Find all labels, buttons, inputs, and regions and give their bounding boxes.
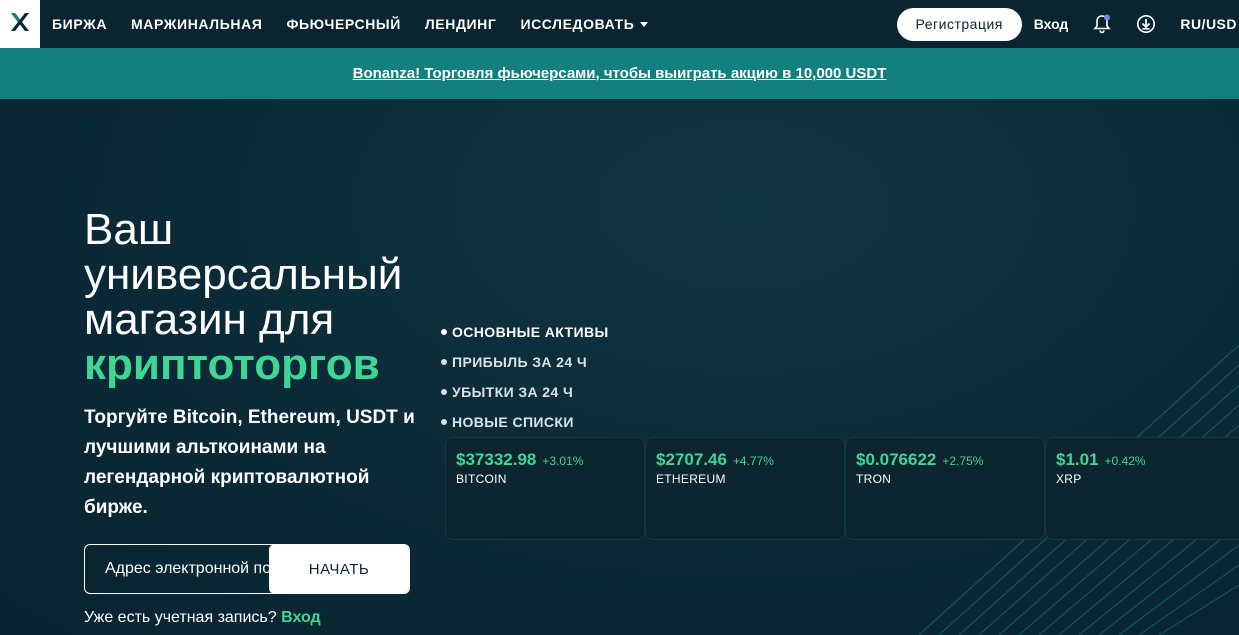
card-change: +3.01% [542,454,584,468]
tab-label: ОСНОВНЫЕ АКТИВЫ [452,324,609,340]
bullet-icon [441,329,447,335]
tab-new-listings[interactable]: НОВЫЕ СПИСКИ [441,407,609,437]
market-tabs: ОСНОВНЫЕ АКТИВЫ ПРИБЫЛЬ ЗА 24 Ч УБЫТКИ З… [441,317,609,437]
top-navbar: БИРЖА МАРЖИНАЛЬНАЯ ФЬЮЧЕРСНЫЙ ЛЕНДИНГ ИС… [0,0,1239,48]
login-link[interactable]: Вход [1034,16,1069,32]
signup-form: НАЧАТЬ [84,544,410,594]
card-name: BITCOIN [456,472,507,486]
bullet-icon [441,389,447,395]
market-card-bitcoin[interactable]: $37332.98 +3.01% BITCOIN [445,437,645,540]
register-button[interactable]: Регистрация [896,7,1022,41]
hero-headline: Ваш универсальный магазин для криптоторг… [84,207,424,387]
headline-accent: криптоторгов [84,340,380,389]
email-input[interactable] [85,545,271,593]
currency-selector[interactable]: RU/USD [1180,16,1237,32]
card-price-row: $2707.46 +4.77% [656,450,834,470]
card-change: +2.75% [942,454,984,468]
nav-link-explore[interactable]: ИССЛЕДОВАТЬ [520,16,649,32]
promo-banner-link[interactable]: Bonanza! Торговля фьючерсами, чтобы выиг… [353,65,887,82]
tab-gainers[interactable]: ПРИБЫЛЬ ЗА 24 Ч [441,347,609,377]
market-card-xrp[interactable]: $1.01 +0.42% XRP [1045,437,1239,540]
promo-banner: Bonanza! Торговля фьючерсами, чтобы выиг… [0,48,1239,99]
start-button[interactable]: НАЧАТЬ [269,545,409,593]
card-price: $2707.46 [656,450,727,469]
card-price-row: $0.076622 +2.75% [856,450,1034,470]
bell-icon[interactable] [1092,14,1112,34]
card-price: $0.076622 [856,450,937,469]
caret-down-icon [640,21,649,27]
hero-subtext: Торгуйте Bitcoin, Ethereum, USDT и лучши… [84,407,415,518]
tab-label: УБЫТКИ ЗА 24 Ч [452,384,574,400]
card-price-row: $37332.98 +3.01% [456,450,634,470]
card-price: $1.01 [1056,450,1099,469]
hero-login-link[interactable]: Вход [281,609,321,626]
nav-right-group: Регистрация Вход RU/USD [896,0,1239,48]
bullet-icon [441,419,447,425]
card-name: XRP [1056,472,1082,486]
tab-label: НОВЫЕ СПИСКИ [452,414,574,430]
logo[interactable] [0,0,40,48]
card-change: +0.42% [1104,454,1146,468]
nav-link-lending[interactable]: ЛЕНДИНГ [425,16,497,32]
card-name: ETHEREUM [656,472,726,486]
x-logo-icon [8,10,32,39]
market-card-tron[interactable]: $0.076622 +2.75% TRON [845,437,1045,540]
market-cards: $37332.98 +3.01% BITCOIN $2707.46 +4.77%… [445,437,1239,540]
download-icon[interactable] [1136,14,1156,34]
tab-losers[interactable]: УБЫТКИ ЗА 24 Ч [441,377,609,407]
have-account-text: Уже есть учетная запись? [84,609,277,626]
card-price: $37332.98 [456,450,537,469]
hero-section: Ваш универсальный магазин для криптоторг… [0,99,1239,635]
have-account-row: Уже есть учетная запись? Вход [84,609,321,627]
card-price-row: $1.01 +0.42% [1056,450,1234,470]
main-menu: БИРЖА МАРЖИНАЛЬНАЯ ФЬЮЧЕРСНЫЙ ЛЕНДИНГ ИС… [52,16,672,32]
bullet-icon [441,359,447,365]
nav-link-margin[interactable]: МАРЖИНАЛЬНАЯ [131,16,262,32]
card-name: TRON [856,472,892,486]
tab-top-assets[interactable]: ОСНОВНЫЕ АКТИВЫ [441,317,609,347]
tab-label: ПРИБЫЛЬ ЗА 24 Ч [452,354,588,370]
market-card-ethereum[interactable]: $2707.46 +4.77% ETHEREUM [645,437,845,540]
nav-link-exchange[interactable]: БИРЖА [52,16,107,32]
headline-line-3: магазин для [84,295,335,344]
card-change: +4.77% [732,454,774,468]
nav-link-explore-label: ИССЛЕДОВАТЬ [520,16,635,32]
headline-line-2: универсальный [84,250,403,299]
headline-line-1: Ваш [84,205,174,254]
nav-link-futures[interactable]: ФЬЮЧЕРСНЫЙ [286,16,400,32]
